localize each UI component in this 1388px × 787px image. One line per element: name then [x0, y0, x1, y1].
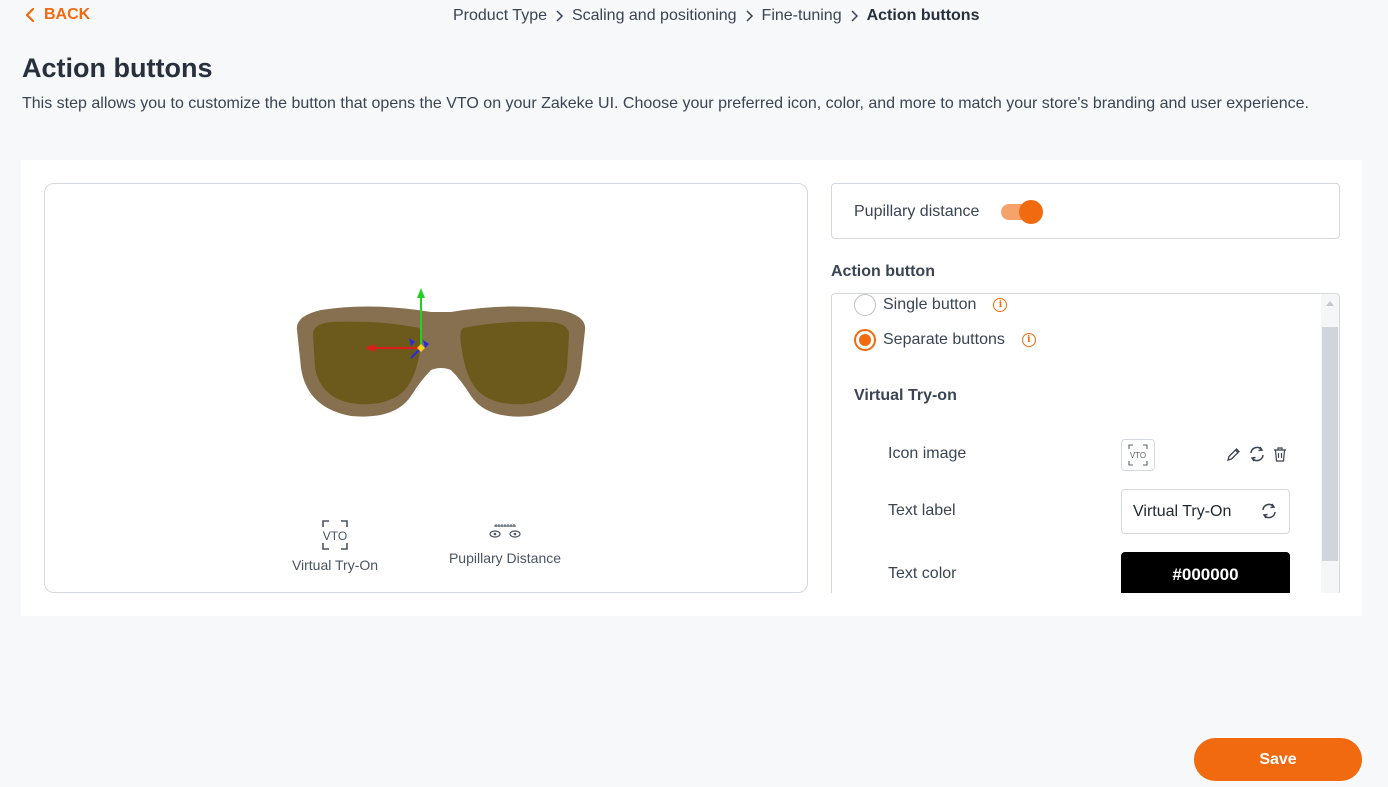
- page-description: This step allows you to customize the bu…: [22, 95, 1309, 112]
- separate-buttons-label: Separate buttons: [883, 331, 1005, 348]
- separate-buttons-radio[interactable]: [854, 329, 876, 351]
- virtual-try-on-preview-button[interactable]: VTO Virtual Try-On: [289, 519, 381, 573]
- svg-text:VTO: VTO: [1130, 451, 1146, 460]
- breadcrumb-scaling[interactable]: Scaling and positioning: [572, 7, 737, 25]
- save-button[interactable]: Save: [1194, 738, 1362, 781]
- vto-icon: VTO: [1128, 444, 1148, 466]
- breadcrumb: Product Type Scaling and positioning Fin…: [453, 7, 979, 25]
- pupillary-distance-toggle[interactable]: [1001, 200, 1043, 224]
- single-button-label: Single button: [883, 296, 977, 313]
- pupillary-distance-icon: [489, 524, 521, 538]
- pupillary-distance-card: Pupillary distance: [831, 183, 1340, 239]
- chevron-right-icon: [850, 10, 859, 22]
- pupillary-distance-preview-button[interactable]: Pupillary Distance: [445, 524, 565, 566]
- vto-icon: VTO: [322, 520, 348, 550]
- back-button[interactable]: BACK: [24, 6, 90, 24]
- icon-image-label: Icon image: [888, 445, 967, 462]
- info-icon[interactable]: i: [993, 298, 1008, 312]
- pupillary-distance-label: Pupillary distance: [854, 203, 980, 220]
- separate-buttons-option[interactable]: Separate buttons i: [854, 329, 1036, 351]
- virtual-try-on-preview-label: Virtual Try-On: [291, 557, 379, 573]
- action-button-options: Single button i Separate buttons i Virtu…: [831, 293, 1340, 593]
- breadcrumb-product-type[interactable]: Product Type: [453, 7, 547, 25]
- text-color-swatch[interactable]: #000000: [1121, 552, 1290, 593]
- back-label: BACK: [44, 6, 91, 23]
- pupillary-distance-preview-label: Pupillary Distance: [448, 550, 562, 566]
- action-button-section-label: Action button: [831, 263, 935, 280]
- icon-image-thumbnail[interactable]: VTO: [1121, 439, 1155, 471]
- scrollbar-thumb[interactable]: [1322, 327, 1338, 561]
- icon-image-actions: [1226, 445, 1287, 463]
- virtual-try-on-title: Virtual Try-on: [854, 387, 957, 404]
- pencil-icon[interactable]: [1226, 447, 1241, 462]
- toggle-knob: [1019, 200, 1043, 224]
- sunglasses-model-image: [296, 288, 586, 417]
- refresh-icon[interactable]: [1248, 445, 1266, 463]
- options-scrollbar[interactable]: [1321, 294, 1339, 593]
- text-label-label: Text label: [888, 502, 956, 519]
- refresh-icon[interactable]: [1260, 502, 1278, 520]
- chevron-left-icon: [25, 8, 35, 22]
- scroll-up-arrow-icon[interactable]: [1326, 301, 1334, 306]
- text-color-label: Text color: [888, 565, 957, 582]
- page-title: Action buttons: [22, 53, 213, 83]
- chevron-right-icon: [745, 10, 754, 22]
- single-button-radio[interactable]: [854, 294, 876, 316]
- single-button-option[interactable]: Single button i: [854, 294, 1008, 316]
- content-panel: VTO Virtual Try-On Pupillary Distance Pu…: [21, 160, 1362, 616]
- chevron-right-icon: [555, 10, 564, 22]
- svg-text:VTO: VTO: [323, 529, 347, 543]
- product-preview[interactable]: VTO Virtual Try-On Pupillary Distance: [44, 183, 808, 593]
- trash-icon[interactable]: [1273, 446, 1287, 462]
- breadcrumb-fine-tuning[interactable]: Fine-tuning: [762, 7, 842, 25]
- breadcrumb-action-buttons: Action buttons: [866, 7, 980, 24]
- info-icon[interactable]: i: [1021, 333, 1036, 347]
